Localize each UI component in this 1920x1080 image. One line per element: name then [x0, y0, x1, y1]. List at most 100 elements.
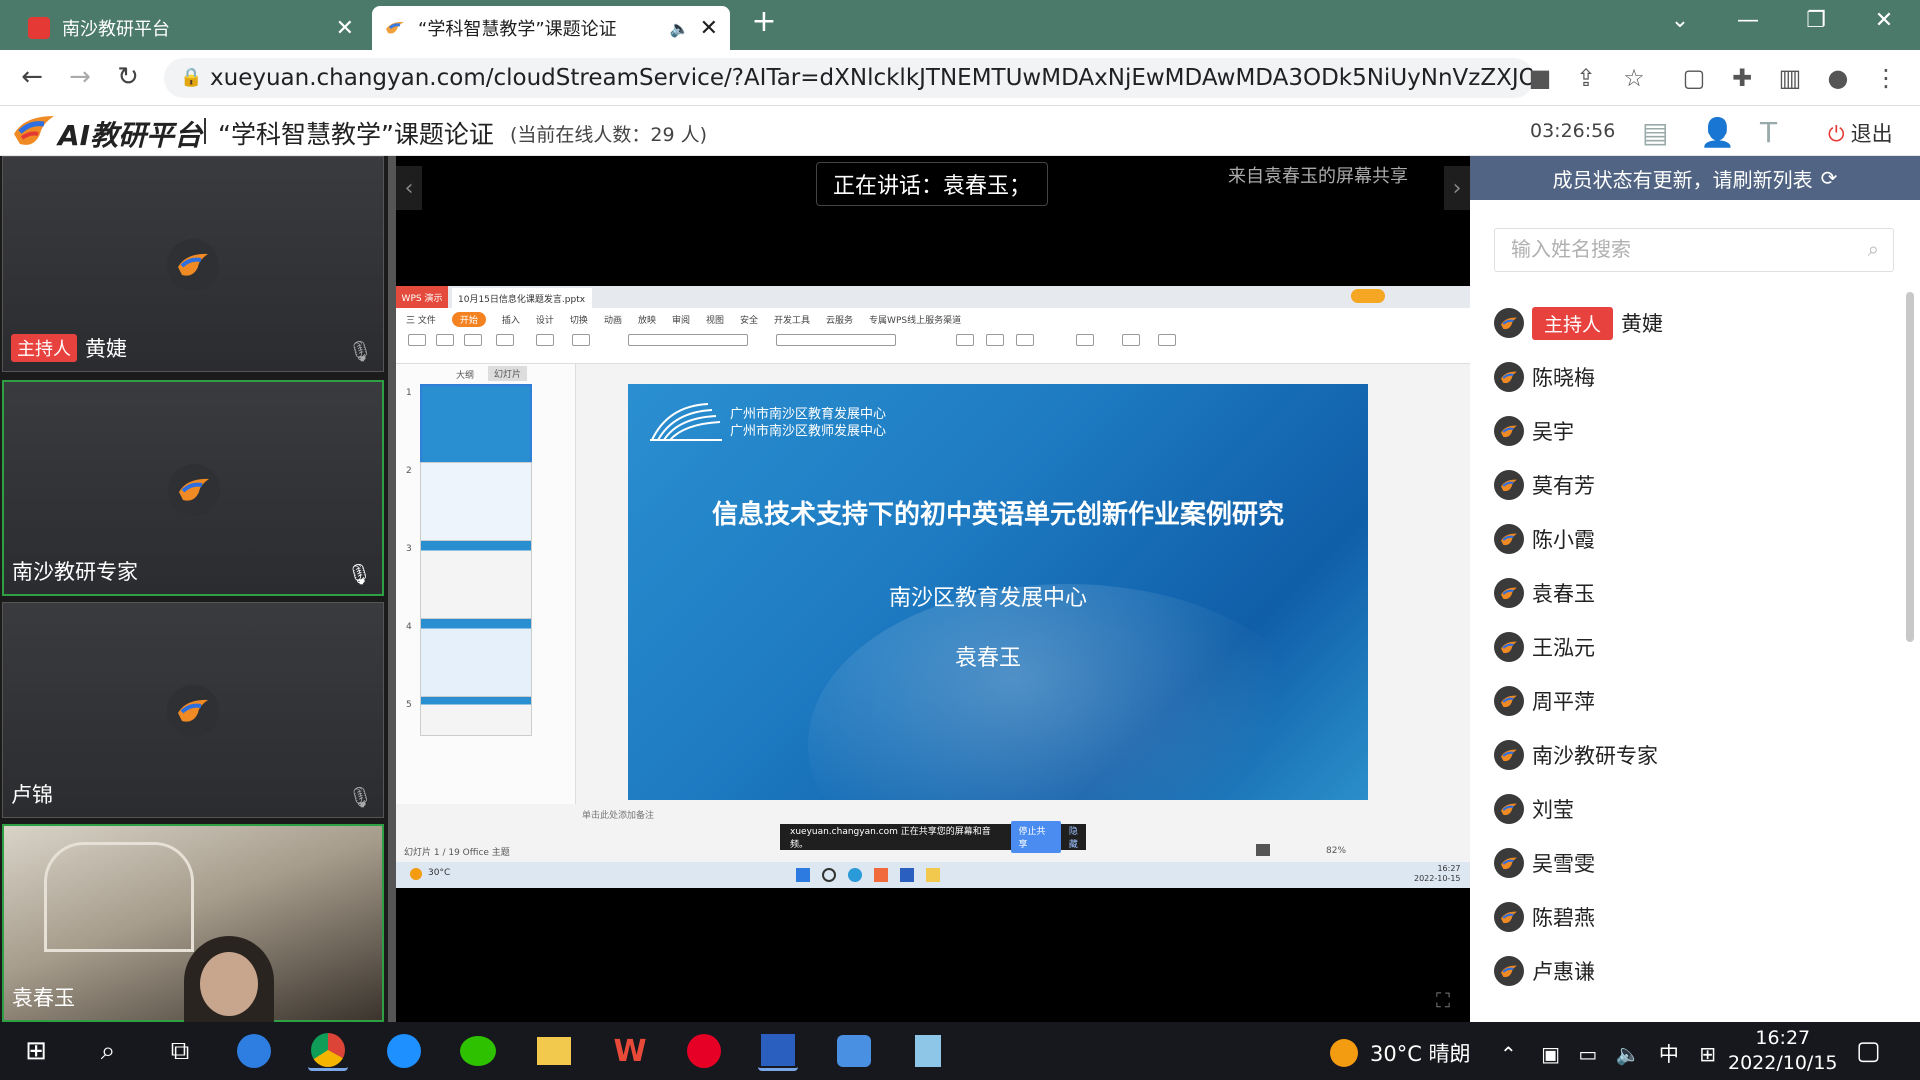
member-item[interactable]: 王泓元 [1494, 620, 1894, 674]
chat-icon[interactable]: ▤ [1642, 116, 1668, 149]
member-name: 南沙教研专家 [1532, 744, 1658, 768]
member-item[interactable]: 陈小霞 [1494, 512, 1894, 566]
windows-start-icon[interactable]: ⊞ [16, 1031, 56, 1071]
security-icon[interactable]: ▣ [1541, 1042, 1560, 1066]
search-icon[interactable]: ⌕ [1868, 237, 1879, 261]
wave-graphic [808, 584, 1328, 800]
puzzle-extensions-icon[interactable]: ✚ [1726, 64, 1758, 92]
bird-avatar-icon [1494, 632, 1524, 662]
member-name: 陈小霞 [1532, 528, 1595, 552]
system-clock[interactable]: 16:27 2022/10/15 [1728, 1026, 1838, 1076]
members-icon[interactable]: 👤 [1700, 116, 1735, 149]
member-item[interactable]: 吴宇 [1494, 404, 1894, 458]
word-icon[interactable] [758, 1031, 798, 1071]
slide-org-text: 广州市南沙区教育发展中心 广州市南沙区教师发展中心 [730, 406, 886, 440]
textbox-icon [956, 334, 974, 346]
close-icon[interactable]: ✕ [1864, 8, 1904, 33]
bookmark-star-icon[interactable]: ☆ [1618, 64, 1650, 92]
inner-word-icon [900, 868, 914, 882]
inner-weather-icon [410, 868, 422, 880]
member-item[interactable]: 主持人 黄婕 [1494, 296, 1894, 350]
member-item[interactable]: 卢惠谦 [1494, 944, 1894, 998]
search-icon[interactable]: ⌕ [88, 1031, 128, 1071]
lock-icon[interactable]: 🔒 [180, 67, 202, 88]
minimize-icon[interactable]: — [1728, 8, 1768, 33]
task-view-icon[interactable]: ⧉ [160, 1031, 200, 1071]
video-tile[interactable]: 卢锦 🎙 [2, 602, 384, 818]
wechat-icon[interactable] [458, 1031, 498, 1071]
member-item[interactable]: 刘莹 [1494, 782, 1894, 836]
restore-icon[interactable]: ❐ [1796, 8, 1836, 33]
address-bar[interactable]: 🔒 xueyuan.changyan.com/cloudStreamServic… [164, 58, 1534, 98]
member-search-input[interactable] [1511, 238, 1841, 262]
chrome-icon[interactable] [308, 1031, 348, 1071]
sogou-icon[interactable] [234, 1031, 274, 1071]
member-item[interactable]: 陈晓梅 [1494, 350, 1894, 404]
new-tab-button[interactable]: + [744, 4, 784, 39]
video-column-scrollbar[interactable] [388, 156, 396, 1022]
netease-music-icon[interactable] [684, 1031, 724, 1071]
ime-indicator[interactable]: 中 [1659, 1042, 1679, 1066]
more-menu-icon[interactable]: ⋮ [1870, 64, 1902, 92]
member-item[interactable]: 南沙教研专家 [1494, 728, 1894, 782]
tab-title: 南沙教研平台 [62, 19, 170, 40]
format-painter-icon [464, 334, 482, 346]
mic-muted-icon[interactable]: 🎙 [348, 785, 373, 809]
weather-widget[interactable]: 30°C 晴朗 [1330, 1038, 1471, 1068]
keyboard-grid-icon[interactable]: ⊞ [1699, 1042, 1716, 1066]
qq-browser-icon[interactable] [384, 1031, 424, 1071]
mic-on-icon[interactable]: 🎙 [347, 562, 372, 586]
text-board-icon[interactable]: T [1760, 116, 1777, 149]
chevron-left-icon[interactable]: ‹ [396, 166, 422, 210]
chevron-down-icon[interactable]: ⌄ [1660, 8, 1700, 33]
file-explorer-icon[interactable] [534, 1031, 574, 1071]
wps-icon[interactable]: W [610, 1031, 650, 1071]
tab-audio-icon[interactable]: 🔈 [670, 19, 690, 38]
refresh-notice[interactable]: 成员状态有更新，请刷新列表 ⟳ [1470, 156, 1920, 200]
edu-app-icon[interactable] [834, 1031, 874, 1071]
bird-avatar-icon [1494, 848, 1524, 878]
cut-icon [436, 334, 454, 346]
slide-thumbnail [420, 540, 532, 622]
outline-tab: 大纲 [456, 371, 475, 381]
chevron-up-icon[interactable]: ⌃ [1500, 1042, 1517, 1066]
member-item[interactable]: 周平萍 [1494, 674, 1894, 728]
inner-time: 16:27 [1437, 864, 1461, 873]
member-item[interactable]: 袁春玉 [1494, 566, 1894, 620]
member-item[interactable]: 莫有芳 [1494, 458, 1894, 512]
extension-app-icon[interactable]: ▢ [1678, 64, 1710, 92]
thumb-number: 3 [406, 544, 412, 554]
speaker-icon[interactable]: 🔈 [1616, 1042, 1641, 1066]
member-search[interactable]: ⌕ [1494, 228, 1894, 272]
tab-close-icon[interactable]: ✕ [700, 16, 718, 41]
mic-muted-icon[interactable]: 🎙 [348, 339, 373, 363]
video-tile[interactable]: 南沙教研专家 🎙 [2, 380, 384, 596]
profile-avatar-icon[interactable]: ● [1822, 64, 1854, 92]
fullscreen-icon[interactable]: ⛶ [1436, 988, 1450, 1012]
camera-icon[interactable]: ■ [1524, 64, 1556, 92]
tab-close-icon[interactable]: ✕ [336, 16, 354, 41]
side-panel-icon[interactable]: ▥ [1774, 64, 1806, 92]
back-icon[interactable]: ← [14, 62, 50, 92]
exit-button[interactable]: ⏻ 退出 [1828, 118, 1893, 148]
browser-tab-meeting[interactable]: “学科智慧教学”课题论证 🔈 ✕ [372, 6, 730, 50]
video-tile[interactable]: 主持人 黄婕 🎙 [2, 156, 384, 372]
notification-icon[interactable]: ▢ [1856, 1036, 1881, 1066]
slide-org-line: 广州市南沙区教师发展中心 [730, 424, 887, 439]
reload-icon[interactable]: ↻ [110, 62, 146, 92]
member-item[interactable]: 吴雪雯 [1494, 836, 1894, 890]
inner-edge-icon [848, 868, 862, 882]
notepad-icon[interactable] [908, 1031, 948, 1071]
video-tile-camera[interactable]: 袁春玉 [2, 824, 384, 1046]
hide-share-button: 隐藏 [1068, 827, 1078, 850]
battery-icon[interactable]: ▭ [1578, 1042, 1597, 1066]
new-slide-icon [536, 334, 554, 346]
chevron-right-icon[interactable]: › [1444, 166, 1470, 210]
host-badge: 主持人 [1532, 306, 1614, 340]
share-icon[interactable]: ⇪ [1570, 64, 1602, 92]
forward-icon[interactable]: → [62, 62, 98, 92]
refresh-icon[interactable]: ⟳ [1821, 166, 1838, 190]
browser-tab-nansha[interactable]: 南沙教研平台 ✕ [16, 6, 366, 50]
member-item[interactable]: 陈碧燕 [1494, 890, 1894, 944]
member-list-scrollbar[interactable] [1906, 292, 1914, 642]
